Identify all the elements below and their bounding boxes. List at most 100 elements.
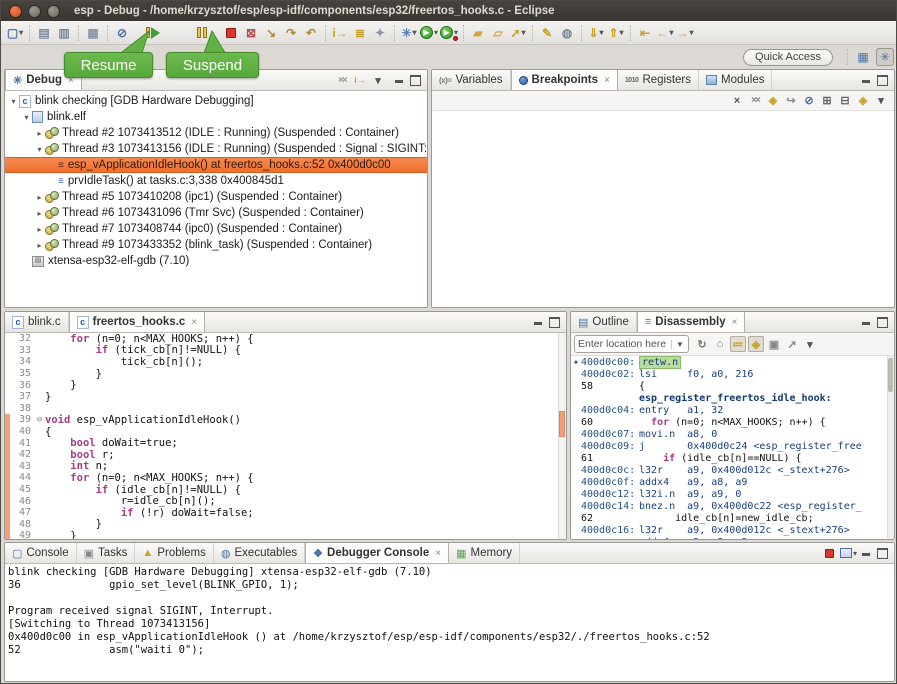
dropdown-caret-icon[interactable]: ▾ [690, 28, 694, 37]
skip-all-breakpoints-button[interactable]: ⊘ [113, 24, 131, 42]
tree-expander-icon[interactable]: ▸ [34, 241, 45, 250]
window-maximize-button[interactable] [47, 5, 60, 18]
tab-problems[interactable]: ▲Problems [135, 543, 213, 563]
view-menu-button[interactable]: ▾ [802, 336, 818, 352]
tree-expander-icon[interactable]: ▾ [8, 97, 19, 106]
tab-registers[interactable]: 1010Registers [618, 70, 699, 90]
suspend-button[interactable] [193, 24, 211, 42]
tab-modules[interactable]: Modules [699, 70, 772, 90]
tree-row[interactable]: ▸Thread #2 1073413512 (IDLE : Running) (… [5, 125, 427, 141]
tab-disassembly[interactable]: ≡Disassembly× [637, 312, 746, 332]
disassembly-listing[interactable]: ◆400d0c00:retw.n400d0c02:lsi f0, a0, 216… [571, 356, 894, 539]
track-expression-button[interactable]: ◈ [748, 336, 764, 352]
minimize-view-button[interactable] [861, 75, 871, 85]
tree-row[interactable]: ≡prvIdleTask() at tasks.c:3,338 0x400845… [5, 173, 427, 189]
link-with-debug-view-button[interactable]: ◈ [855, 93, 871, 109]
scrollbar-thumb[interactable] [888, 358, 893, 392]
tree-row[interactable]: ▾Thread #3 1073413156 (IDLE : Running) (… [5, 141, 427, 157]
line-number[interactable]: 42 [10, 449, 34, 460]
tab-executables[interactable]: ◍Executables [214, 543, 305, 563]
line-number[interactable]: 37 [10, 391, 34, 402]
close-icon[interactable]: × [435, 548, 441, 559]
tab-outline[interactable]: ▤Outline [571, 312, 637, 332]
tree-row[interactable]: ▸Thread #6 1073431096 (Tmr Svc) (Suspend… [5, 205, 427, 221]
window-close-button[interactable] [9, 5, 22, 18]
terminate-console-button[interactable] [822, 545, 838, 561]
dropdown-caret-icon[interactable]: ▾ [19, 28, 23, 37]
line-number[interactable]: 34 [10, 356, 34, 367]
line-number[interactable]: 40 [10, 426, 34, 437]
line-number[interactable]: 44 [10, 472, 34, 483]
line-number[interactable]: 32 [10, 333, 34, 344]
line-number[interactable]: 48 [10, 519, 34, 530]
open-element-button[interactable]: ▰ [469, 24, 487, 42]
window-minimize-button[interactable] [28, 5, 41, 18]
next-annotation-button[interactable]: ⇓▾ [587, 24, 605, 42]
maximize-view-button[interactable] [877, 548, 887, 558]
location-dropdown-icon[interactable]: ▼ [671, 340, 688, 349]
code-editor[interactable]: 32 for (n=0; n<MAX_HOOKS; n++) {33 if (t… [5, 333, 566, 539]
dropdown-caret-icon[interactable]: ▾ [600, 28, 604, 37]
disassembly-scrollbar[interactable] [887, 356, 894, 539]
minimize-view-button[interactable] [861, 317, 871, 327]
tree-expander-icon[interactable]: ▸ [34, 129, 45, 138]
disconnect-button[interactable]: ⊠ [242, 24, 260, 42]
tab-console[interactable]: ▢Console [5, 543, 77, 563]
show-supported-breakpoints-button[interactable]: ◈ [765, 93, 781, 109]
launch-history-button[interactable]: ➚▾ [509, 24, 527, 42]
open-browser-button[interactable]: ◍ [558, 24, 576, 42]
tree-row[interactable]: ▤xtensa-esp32-elf-gdb (7.10) [5, 253, 427, 269]
dropdown-caret-icon[interactable]: ▾ [620, 28, 624, 37]
refresh-view-button[interactable]: ↻ [694, 336, 710, 352]
line-number[interactable]: 38 [10, 403, 34, 414]
line-number[interactable]: 41 [10, 438, 34, 449]
mark-occurrences-button[interactable]: ✎ [538, 24, 556, 42]
instruction-stepping-button[interactable]: i→ [331, 24, 349, 42]
location-input[interactable] [575, 338, 671, 350]
save-all-button[interactable]: ▥ [55, 24, 73, 42]
line-number[interactable]: 33 [10, 345, 34, 356]
overview-ruler[interactable] [558, 333, 566, 539]
back-history-button[interactable]: ←▾ [656, 24, 674, 42]
close-icon[interactable]: × [604, 75, 610, 86]
tab-variables[interactable]: (x)=Variables [432, 70, 511, 90]
step-filters-button[interactable]: ✦ [371, 24, 389, 42]
tab-blink.c[interactable]: cblink.c [5, 312, 69, 332]
home-button[interactable]: ⌂ [712, 336, 728, 352]
selected-stack-frame[interactable]: ≡esp_vApplicationIdleHook() at freertos_… [5, 157, 427, 173]
maximize-view-button[interactable] [877, 317, 887, 327]
minimize-view-button[interactable] [533, 317, 543, 327]
step-into-button[interactable]: ↘ [262, 24, 280, 42]
display-selected-console-button[interactable]: ▾ [840, 545, 857, 561]
instruction-stepping-mode-button[interactable]: i→ [352, 72, 368, 88]
debug-launch-tree[interactable]: ▾cblink checking [GDB Hardware Debugging… [5, 91, 427, 307]
copy-to-clipboard-button[interactable]: ▣ [766, 336, 782, 352]
tree-row[interactable]: ▾blink.elf [5, 109, 427, 125]
minimize-view-button[interactable] [394, 75, 404, 85]
tree-expander-icon[interactable]: ▸ [34, 225, 45, 234]
tab-freertos_hooks.c[interactable]: cfreertos_hooks.c× [69, 312, 206, 332]
maximize-view-button[interactable] [877, 75, 887, 85]
close-icon[interactable]: × [732, 317, 738, 328]
debug-dropdown-button[interactable]: ✳▾ [400, 24, 418, 42]
tab-debugger-console[interactable]: ❖Debugger Console× [305, 543, 449, 563]
binary-file-button[interactable]: ▦ [84, 24, 102, 42]
forward-history-button[interactable]: →▾ [676, 24, 694, 42]
external-tools-dropdown-button[interactable]: ▶▾ [440, 24, 458, 42]
tree-row[interactable]: ▸Thread #5 1073410208 (ipc1) (Suspended … [5, 189, 427, 205]
line-number[interactable]: 45 [10, 484, 34, 495]
line-number[interactable]: 36 [10, 380, 34, 391]
quick-access-button[interactable]: Quick Access [743, 49, 833, 66]
open-resource-button[interactable]: ▱ [489, 24, 507, 42]
maximize-view-button[interactable] [549, 317, 559, 327]
console-pin-button[interactable]: ≣ [351, 24, 369, 42]
resume-button[interactable] [144, 24, 162, 42]
dropdown-caret-icon[interactable]: ▾ [670, 28, 674, 37]
breakpoints-list-area[interactable] [432, 111, 894, 307]
dropdown-caret-icon[interactable]: ▾ [434, 28, 438, 37]
new-wizard-button[interactable]: ▢▾ [6, 24, 24, 42]
line-number[interactable]: 46 [10, 496, 34, 507]
collapse-all-button[interactable]: ⊟ [837, 93, 853, 109]
dropdown-caret-icon[interactable]: ▾ [853, 549, 857, 558]
maximize-view-button[interactable] [410, 75, 420, 85]
